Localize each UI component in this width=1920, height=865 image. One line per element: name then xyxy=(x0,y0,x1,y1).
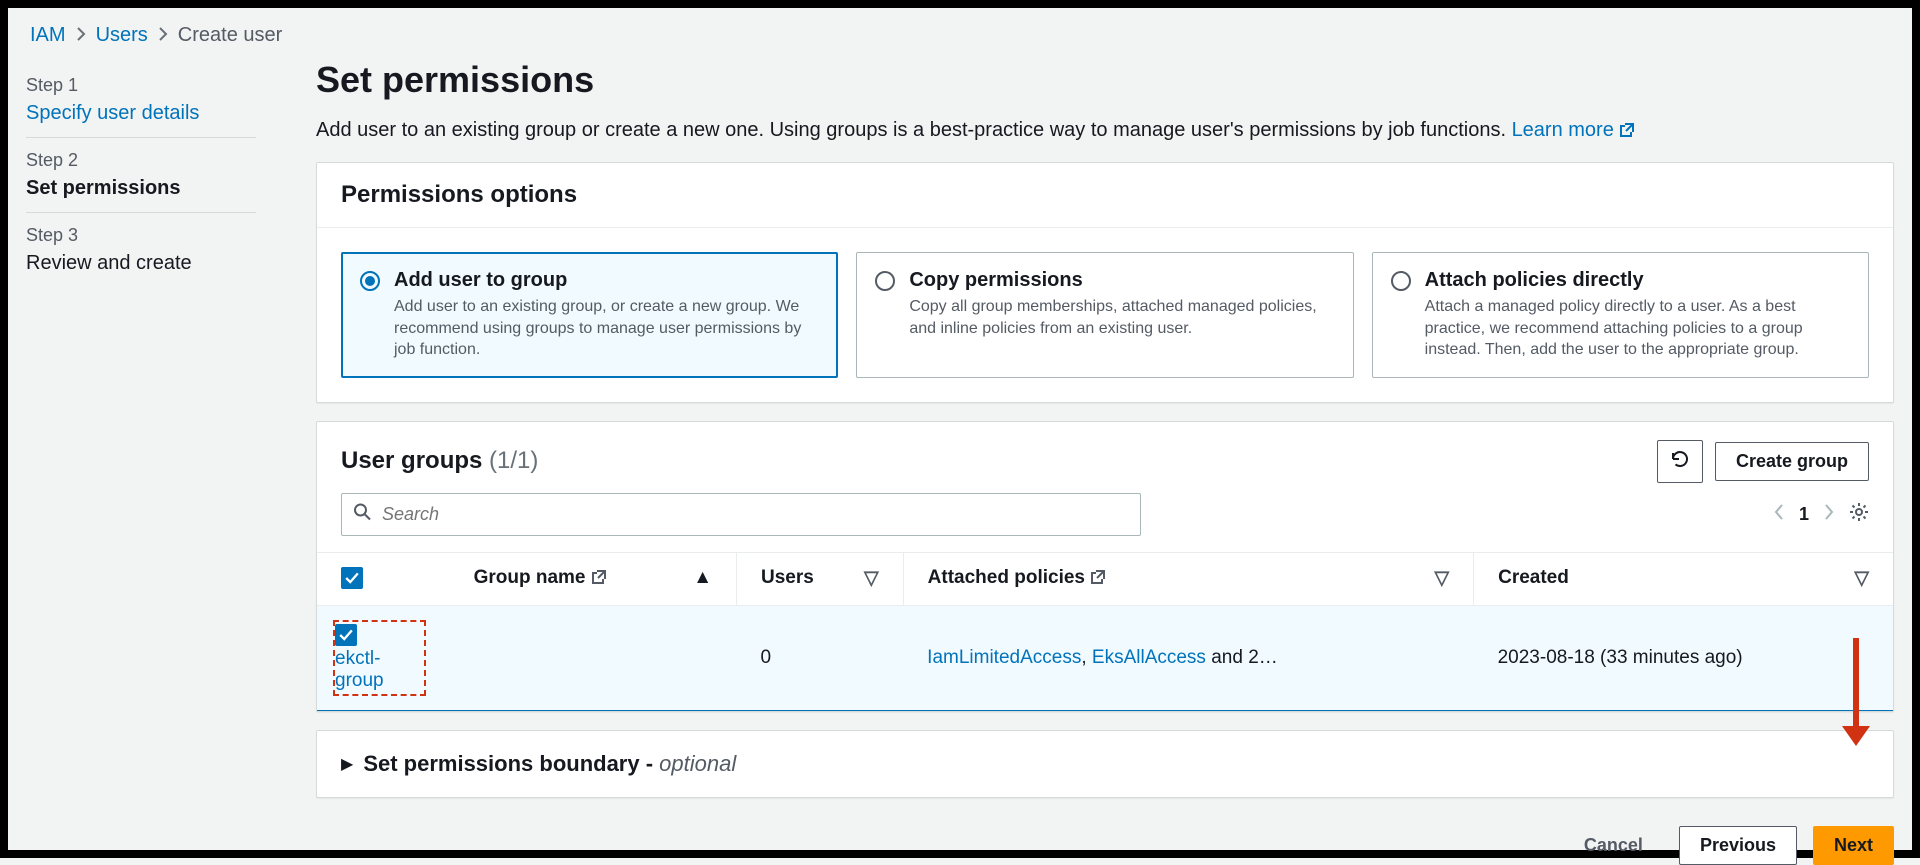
subtitle-text: Add user to an existing group or create … xyxy=(316,119,1512,141)
search-icon xyxy=(353,503,371,526)
col-label: Attached policies xyxy=(928,567,1085,588)
group-name-link[interactable]: ekctl-group xyxy=(335,648,384,691)
permissions-boundary-panel: ▶ Set permissions boundary - optional xyxy=(316,730,1894,798)
permissions-boundary-toggle[interactable]: ▶ Set permissions boundary - optional xyxy=(317,731,1893,797)
settings-button[interactable] xyxy=(1849,502,1869,527)
cell-users: 0 xyxy=(737,605,904,710)
previous-button[interactable]: Previous xyxy=(1679,826,1797,865)
cancel-button[interactable]: Cancel xyxy=(1564,827,1663,864)
cell-created: 2023-08-18 (33 minutes ago) xyxy=(1474,605,1893,710)
external-link-icon xyxy=(591,569,607,591)
sort-asc-icon: ▲ xyxy=(693,567,712,589)
column-users[interactable]: Users ▽ xyxy=(737,552,904,605)
step-label: Step 2 xyxy=(26,150,256,171)
create-group-button[interactable]: Create group xyxy=(1715,442,1869,481)
wizard-steps: Step 1 Specify user details Step 2 Set p… xyxy=(26,59,256,865)
column-policies[interactable]: Attached policies ▽ xyxy=(903,552,1473,605)
option-attach-policies[interactable]: Attach policies directly Attach a manage… xyxy=(1372,252,1869,378)
col-label: Created xyxy=(1498,567,1569,588)
option-title: Copy permissions xyxy=(909,269,1334,292)
annotation-highlight: ekctl-group xyxy=(333,620,426,696)
boundary-label: Set permissions boundary - xyxy=(363,751,659,776)
boundary-optional: optional xyxy=(659,751,736,776)
step-3: Step 3 Review and create xyxy=(26,213,256,287)
radio-icon xyxy=(360,271,380,291)
search-field xyxy=(341,493,1141,536)
page-prev-button[interactable] xyxy=(1773,503,1785,526)
permissions-options-panel: Permissions options Add user to group Ad… xyxy=(316,162,1894,403)
external-link-icon xyxy=(1090,569,1106,591)
breadcrumb: IAM Users Create user xyxy=(26,16,1894,59)
page-number: 1 xyxy=(1799,504,1809,525)
column-created[interactable]: Created ▽ xyxy=(1474,552,1893,605)
radio-icon xyxy=(1391,271,1411,291)
breadcrumb-current: Create user xyxy=(178,24,283,47)
permissions-options-heading: Permissions options xyxy=(317,163,1893,227)
pagination: 1 xyxy=(1773,502,1869,527)
gear-icon xyxy=(1849,502,1869,522)
option-copy-permissions[interactable]: Copy permissions Copy all group membersh… xyxy=(856,252,1353,378)
option-title: Attach policies directly xyxy=(1425,269,1850,292)
breadcrumb-users[interactable]: Users xyxy=(96,24,148,47)
table-row[interactable]: ekctl-group 0 IamLimitedAccess, EksAllAc… xyxy=(317,605,1893,710)
user-groups-panel: User groups (1/1) Create group xyxy=(316,421,1894,712)
external-link-icon xyxy=(1619,121,1635,144)
heading-text: User groups xyxy=(341,447,482,474)
breadcrumb-iam[interactable]: IAM xyxy=(30,24,66,47)
col-label: Users xyxy=(761,567,814,588)
cell-policies: IamLimitedAccess, EksAllAccess and 2… xyxy=(903,605,1473,710)
heading-count: (1/1) xyxy=(489,447,538,474)
step-title: Specify user details xyxy=(26,102,256,125)
policy-link[interactable]: EksAllAccess xyxy=(1092,647,1206,668)
chevron-right-icon xyxy=(76,25,86,46)
option-desc: Copy all group memberships, attached man… xyxy=(909,296,1334,339)
more-text: and 2… xyxy=(1206,647,1278,668)
column-group-name[interactable]: Group name ▲ xyxy=(450,552,737,605)
checkbox-checked-icon xyxy=(341,567,363,589)
step-label: Step 3 xyxy=(26,225,256,246)
search-input[interactable] xyxy=(341,493,1141,536)
page-subtitle: Add user to an existing group or create … xyxy=(316,119,1894,144)
groups-table: Group name ▲ Users ▽ At xyxy=(317,552,1893,711)
next-button[interactable]: Next xyxy=(1813,826,1894,865)
caret-right-icon: ▶ xyxy=(341,754,353,774)
page-title: Set permissions xyxy=(316,59,1894,101)
step-2: Step 2 Set permissions xyxy=(26,138,256,213)
page-next-button[interactable] xyxy=(1823,503,1835,526)
radio-icon xyxy=(875,271,895,291)
option-title: Add user to group xyxy=(394,269,819,292)
refresh-button[interactable] xyxy=(1657,440,1703,483)
option-desc: Attach a managed policy directly to a us… xyxy=(1425,296,1850,361)
sort-icon: ▽ xyxy=(1434,567,1449,590)
sort-icon: ▽ xyxy=(1854,567,1869,590)
policy-link[interactable]: IamLimitedAccess xyxy=(927,647,1081,668)
refresh-icon xyxy=(1670,453,1690,473)
column-select-all[interactable] xyxy=(317,552,450,605)
wizard-footer: Cancel Previous Next xyxy=(316,816,1894,865)
step-title: Review and create xyxy=(26,252,256,275)
chevron-right-icon xyxy=(158,25,168,46)
sort-icon: ▽ xyxy=(864,567,879,590)
col-label: Group name xyxy=(474,567,586,588)
step-label: Step 1 xyxy=(26,75,256,96)
step-title: Set permissions xyxy=(26,177,256,200)
learn-more-text: Learn more xyxy=(1512,119,1614,141)
option-add-to-group[interactable]: Add user to group Add user to an existin… xyxy=(341,252,838,378)
user-groups-heading: User groups (1/1) xyxy=(341,447,538,475)
learn-more-link[interactable]: Learn more xyxy=(1512,119,1636,141)
step-1[interactable]: Step 1 Specify user details xyxy=(26,63,256,138)
option-desc: Add user to an existing group, or create… xyxy=(394,296,819,361)
row-checkbox[interactable] xyxy=(335,624,357,646)
sep: , xyxy=(1081,647,1092,668)
